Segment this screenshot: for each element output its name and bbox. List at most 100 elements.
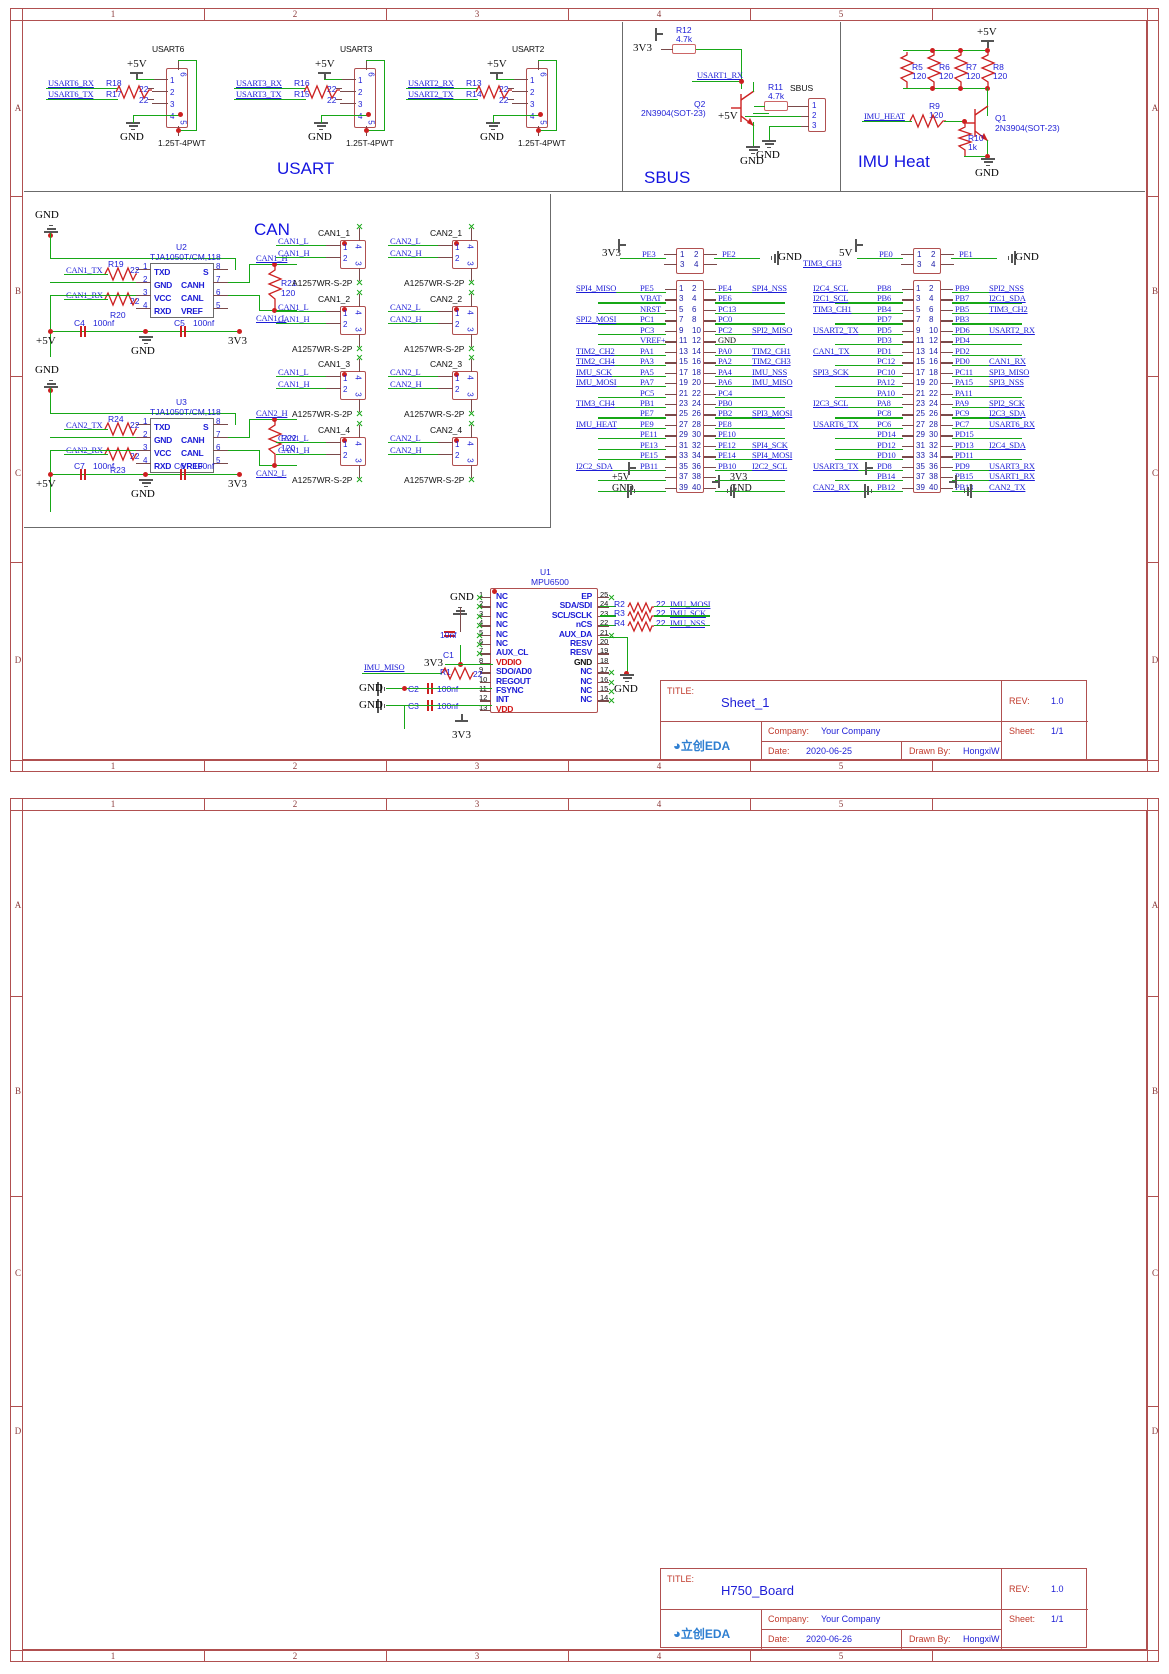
hdr-left-lname-7: PC1 [640, 314, 655, 325]
usart3-pinline-2 [340, 91, 356, 93]
imu-lead-11 [480, 691, 491, 693]
hdr-left-lname-1: PE5 [640, 283, 654, 293]
hdr-right-rname-4: PB7 [955, 293, 970, 304]
hdr-left-lead-l-5 [665, 309, 677, 312]
can-u3-c7-val: 100nf [93, 461, 115, 471]
hdr-left-pinnum-4: 4 [692, 294, 697, 304]
imuheat-rail-top [903, 50, 988, 52]
usart3-footprint: 1.25T-4PWT [346, 138, 394, 148]
hdr-right-pinnum-6: 6 [929, 304, 934, 314]
conn-pl1-CAN1_1 [326, 245, 341, 247]
s2-row-label-c-right: C [1151, 1268, 1158, 1278]
usart2-pinline-6 [538, 60, 540, 70]
conn-wire1-CAN1_2 [276, 311, 326, 313]
hdr-right-rnet-6: TIM3_CH2 [989, 303, 1028, 314]
usart6-pin-3: 3 [170, 100, 175, 109]
hdr-right-lname-23: PA8 [877, 397, 891, 408]
can-u3-canh-wire [228, 437, 250, 439]
hdr-right-rname-30: PD15 [955, 429, 974, 440]
hdr-right-rname-36: PD9 [955, 460, 970, 471]
conn-pl2-CAN1_3 [326, 388, 341, 390]
hdr-left-pinnum-1: 1 [679, 284, 684, 293]
tb1-hline-rev [1001, 721, 1088, 723]
frame-ruler-top [10, 20, 1159, 21]
usart2-pin-3: 3 [530, 100, 535, 109]
s2-ruler-right [1147, 798, 1148, 1662]
conn-rpinnum3-CAN1_3: 3 [353, 392, 363, 397]
hdr-right-rnet-2: SPI2_NSS [989, 283, 1024, 293]
hdr-right-pinnum-8: 8 [929, 315, 934, 325]
can-u3-gnd-wirev [50, 388, 52, 414]
can-u3-pl-5 [213, 463, 228, 465]
usart6-wire-rx [46, 88, 118, 90]
conn-ref-CAN2_3: CAN2_3 [430, 359, 463, 369]
hdr-right-pinnum-16: 16 [929, 357, 938, 367]
can-u3-net-l: CAN2_L [256, 468, 287, 478]
hdr-right-rname-6: PB5 [955, 303, 970, 314]
conn-nc-top-CAN1_1 [356, 223, 363, 230]
imu-lead-19 [598, 653, 609, 655]
hdr-left-lead-r-12 [704, 341, 716, 343]
usart2-pin-4: 4 [530, 112, 535, 121]
tb1-drawn-value: HongxiW [963, 746, 1000, 756]
hdr-right-rnet-36: USART3_RX [989, 460, 1035, 471]
hdr-left-pinnum-39: 39 [679, 482, 688, 492]
hdr-right-lname-31: PD12 [877, 439, 896, 450]
usart6-pinline-6 [178, 60, 180, 70]
sbus-conn-pin-1: 1 [812, 101, 817, 110]
hdr-right-pinnum-3: 3 [916, 294, 921, 304]
usart2-gnd-wire [493, 115, 541, 117]
imu-lead-13 [480, 709, 491, 712]
usart2-name: USART2 [512, 44, 545, 54]
hdr-left-pinnum-3: 3 [679, 294, 684, 304]
usart6-pin-2: 2 [170, 88, 175, 97]
usart3-res-pin-b [336, 99, 342, 101]
col-label-3: 3 [474, 9, 480, 19]
col-label-5-bottom: 5 [838, 761, 844, 771]
conn-footprint-CAN1_4: A1257WR-S-2P [292, 475, 353, 485]
sbus-5v-label: +5V [718, 110, 738, 122]
usart2-gnd-wirev [493, 115, 495, 123]
hdr-right-lname-13: PD1 [877, 345, 892, 356]
usart6-resistor-zigzag [115, 84, 152, 100]
can-u2-c4-ref: C4 [74, 318, 85, 328]
imu-gnd-right-label: GND [614, 683, 638, 695]
tb1-vline-date [901, 741, 903, 761]
hdr-right-lname-7: PD7 [877, 314, 892, 325]
s2-col-label-2-bottom: 2 [292, 1651, 298, 1661]
usart6-pin-4: 4 [170, 112, 175, 121]
hdr-left-lname-33: PE15 [640, 450, 658, 461]
col-tick-4b [750, 760, 751, 772]
usart3-res-pin-a [336, 88, 342, 90]
lceda-icon-2: ◕ [673, 1626, 681, 1641]
hdr-left-rname-14: PA0 [718, 345, 732, 356]
hdr-right-lead-r-12 [941, 341, 953, 343]
imu-res-val-R4: 22 [656, 617, 666, 628]
hdr-left-rname-4: PE6 [718, 293, 732, 304]
conn-footprint-CAN1_2: A1257WR-S-2P [292, 344, 353, 354]
hdr-right-pinnum-24: 24 [929, 398, 938, 408]
can-u2-pl-4 [136, 308, 151, 310]
conn-pl2-CAN2_3 [438, 388, 453, 390]
sbus-r12-wire-r [696, 49, 742, 51]
can-u3-ref: U3 [176, 397, 187, 407]
col-label-2: 2 [292, 9, 298, 19]
hdr-left-lname-23: PB1 [640, 397, 655, 408]
hdr-right-lead-r-40 [941, 487, 953, 489]
hdr-right-lname-19: PA12 [877, 377, 895, 388]
conn-ref-CAN1_3: CAN1_3 [318, 359, 351, 369]
hdr-left-lead-r-36 [704, 466, 716, 469]
conn-wire2-CAN2_2 [388, 323, 438, 325]
can-u2-part: TJA1050T/CM,118 [150, 252, 221, 262]
s2-col-label-3-bottom: 3 [474, 1651, 480, 1661]
hdr-right-rnet-28: USART6_RX [989, 418, 1035, 429]
hdr-right-rname-38: PB15 [955, 471, 974, 482]
hdr-right-lnet-3: I2C1_SCL [813, 293, 849, 304]
s2-col-tick-3b [568, 1650, 569, 1662]
imu-nc-17 [608, 669, 615, 676]
usart3-name: USART3 [340, 44, 373, 54]
conn-rpinnum4-CAN2_4: 4 [465, 441, 475, 446]
hdr-right-rnet-26: I2C3_SDA [989, 408, 1026, 419]
usart6-gnd-wire [133, 115, 181, 117]
usart6-footprint: 1.25T-4PWT [158, 138, 206, 148]
